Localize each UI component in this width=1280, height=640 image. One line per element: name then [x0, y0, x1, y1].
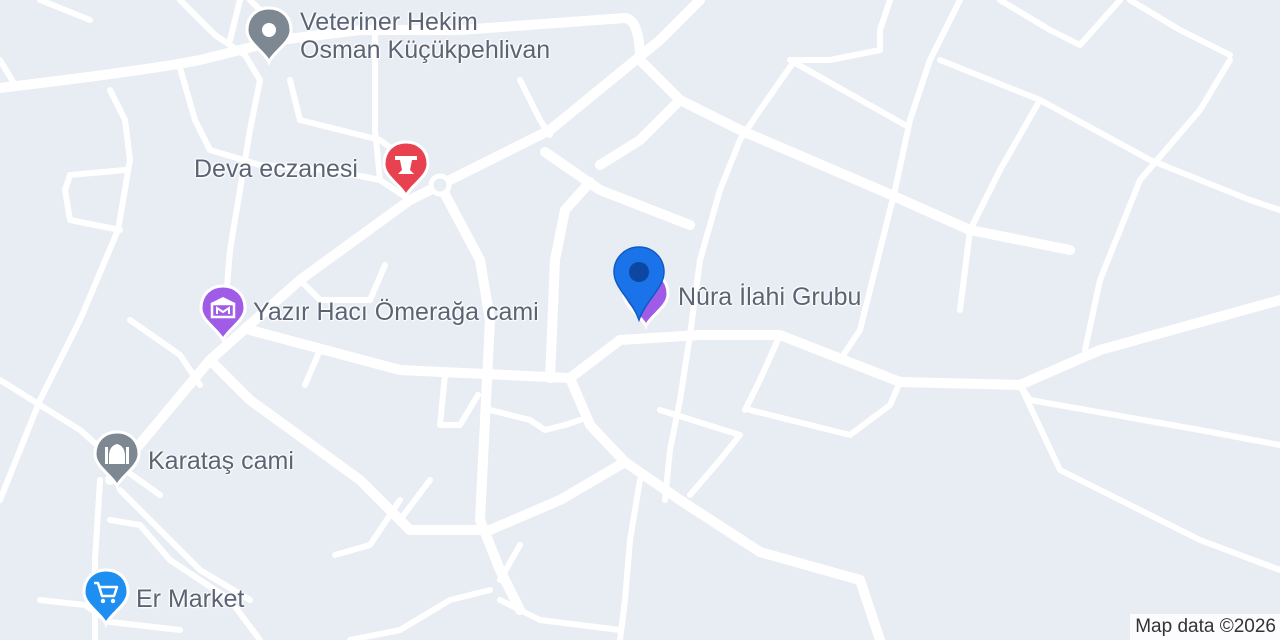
poi-yazir[interactable]	[197, 284, 249, 345]
roundabout	[428, 173, 452, 197]
selected-marker[interactable]	[608, 244, 670, 324]
shopping-cart-icon	[82, 568, 130, 629]
location-dot-icon	[245, 6, 293, 67]
poi-deva-label: Deva eczanesi	[194, 155, 358, 183]
pharmacy-icon	[382, 140, 430, 201]
poi-yazir-label: Yazır Hacı Ömerağa cami	[253, 298, 539, 326]
poi-veteriner-label-line2: Osman Küçükpehlivan	[300, 36, 551, 64]
poi-veteriner-label-line1: Veteriner Hekim	[300, 8, 478, 36]
poi-ermarket[interactable]	[80, 568, 132, 629]
poi-karatas-label: Karataş cami	[148, 447, 294, 475]
museum-icon	[199, 284, 247, 345]
poi-veteriner[interactable]	[243, 6, 295, 67]
selected-location-pin-icon	[613, 246, 665, 323]
poi-ermarket-label: Er Market	[136, 585, 245, 613]
map-attribution[interactable]: Map data ©2026	[1130, 614, 1280, 640]
poi-deva[interactable]	[380, 140, 432, 201]
mosque-icon	[93, 430, 141, 491]
poi-veteriner-label: Veteriner Hekim Osman Küçükpehlivan	[300, 8, 550, 64]
poi-karatas[interactable]	[91, 430, 143, 491]
poi-nura-label: Nûra İlahi Grubu	[678, 283, 862, 311]
